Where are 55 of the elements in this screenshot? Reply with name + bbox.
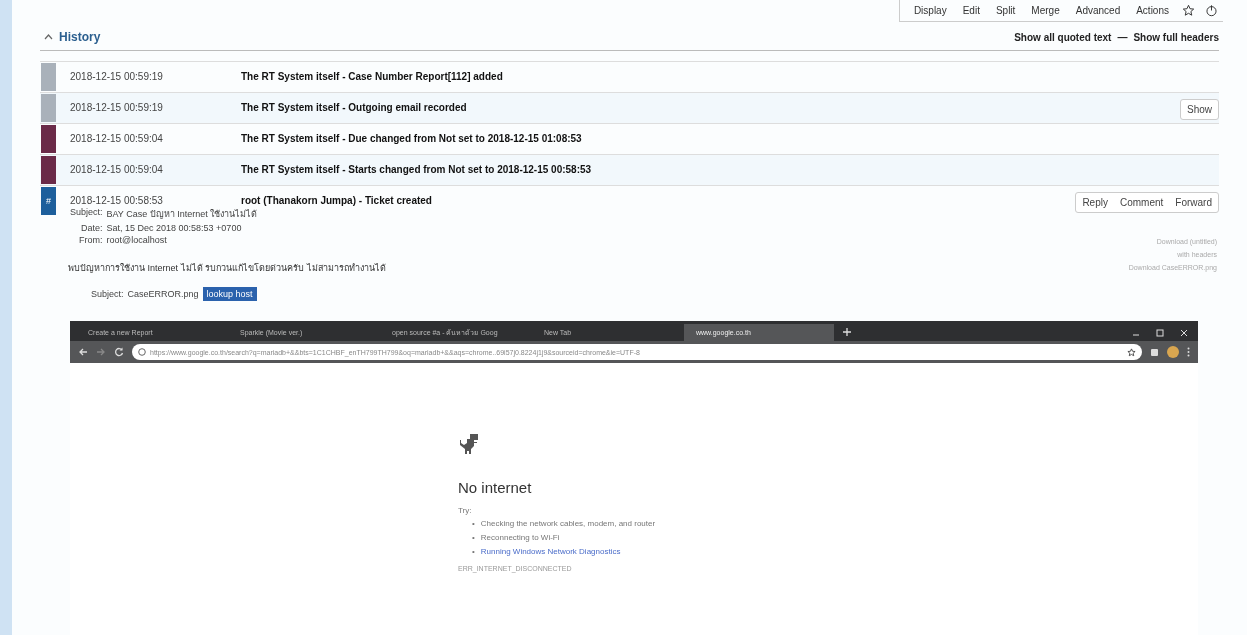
header-value: root@localhost bbox=[106, 235, 168, 245]
transaction-description: The RT System itself - Outgoing email recorded bbox=[241, 101, 468, 113]
extension-icon[interactable] bbox=[1150, 347, 1159, 357]
suggestion-text: Reconnecting to Wi-Fi bbox=[480, 533, 560, 543]
transaction-description: The RT System itself - Case Number Report[112] added bbox=[241, 70, 504, 82]
error-title: No internet bbox=[458, 479, 533, 496]
show-headers-link[interactable]: Show full headers bbox=[1133, 31, 1219, 43]
bullet: • bbox=[472, 533, 475, 543]
maximize-icon[interactable] bbox=[1156, 329, 1164, 337]
menu-item[interactable]: Merge bbox=[1023, 5, 1068, 16]
transaction-date: 2018-12-15 00:59:19 bbox=[70, 70, 164, 82]
separator: — bbox=[1117, 31, 1128, 43]
back-icon[interactable] bbox=[78, 347, 88, 357]
transaction-marker: # bbox=[41, 187, 56, 215]
action-button[interactable]: Comment bbox=[1113, 193, 1170, 212]
star-icon[interactable] bbox=[1182, 4, 1195, 17]
lookup-button[interactable]: lookup host bbox=[202, 287, 257, 301]
menu-item[interactable]: Display bbox=[905, 5, 955, 16]
attachment-label: Subject: bbox=[91, 289, 124, 299]
attachment-name: CaseERROR.png bbox=[127, 289, 199, 299]
close-icon[interactable] bbox=[1180, 329, 1188, 337]
transaction-description: The RT System itself - Starts changed from Not set to 2018-12-15 00:58:53 bbox=[241, 163, 593, 175]
action-button[interactable]: Show bbox=[1181, 100, 1218, 119]
header-label: Subject: bbox=[70, 207, 103, 219]
menu-item[interactable]: Advanced bbox=[1067, 5, 1129, 16]
collapse-icon[interactable] bbox=[44, 34, 53, 40]
menu-item[interactable]: Edit bbox=[954, 5, 988, 16]
reload-icon[interactable] bbox=[114, 347, 124, 357]
header-value: Sat, 15 Dec 2018 00:58:53 +0700 bbox=[106, 223, 243, 233]
transaction-date: 2018-12-15 00:59:04 bbox=[70, 132, 164, 144]
header-value: BAY Case ปัญหา Internet ใช้งานไม่ได้ bbox=[106, 208, 258, 221]
menu-item[interactable]: Actions bbox=[1128, 5, 1177, 16]
transaction-date: 2018-12-15 00:59:19 bbox=[70, 101, 164, 113]
power-icon[interactable] bbox=[1205, 4, 1218, 17]
diagnostics-link[interactable]: Running Windows Network Diagnostics bbox=[480, 547, 621, 557]
new-tab-icon[interactable] bbox=[842, 327, 852, 337]
header-label: From: bbox=[78, 235, 103, 245]
bullet: • bbox=[472, 547, 475, 557]
dinosaur-icon bbox=[458, 433, 480, 455]
header-label: Date: bbox=[80, 223, 103, 233]
action-button[interactable]: Reply bbox=[1076, 193, 1114, 212]
transaction-date: 2018-12-15 00:58:53 bbox=[70, 194, 164, 206]
try-label: Try: bbox=[458, 506, 473, 515]
profile-avatar-icon[interactable] bbox=[1167, 346, 1179, 358]
transaction-description: The RT System itself - Due changed from Not set to 2018-12-15 01:08:53 bbox=[241, 132, 583, 144]
message-body: พบปัญหาการใช้งาน Internet ไม่ได้ รบกวนแก้ไขโดยด่วนครับ ไม่สามารถทำงานได้ bbox=[68, 262, 387, 275]
show-quoted-link[interactable]: Show all quoted text bbox=[1014, 31, 1112, 43]
suggestion-text: Checking the network cables, modem, and router bbox=[480, 519, 656, 529]
transaction-date: 2018-12-15 00:59:04 bbox=[70, 163, 164, 175]
menu-item[interactable]: Split bbox=[987, 5, 1024, 16]
transaction-description: root (Thanakorn Jumpa) - Ticket created bbox=[241, 194, 433, 206]
menu-icon[interactable] bbox=[1187, 347, 1190, 357]
action-button[interactable]: Forward bbox=[1169, 193, 1218, 212]
section-title: History bbox=[59, 30, 101, 44]
bullet: • bbox=[472, 519, 475, 529]
